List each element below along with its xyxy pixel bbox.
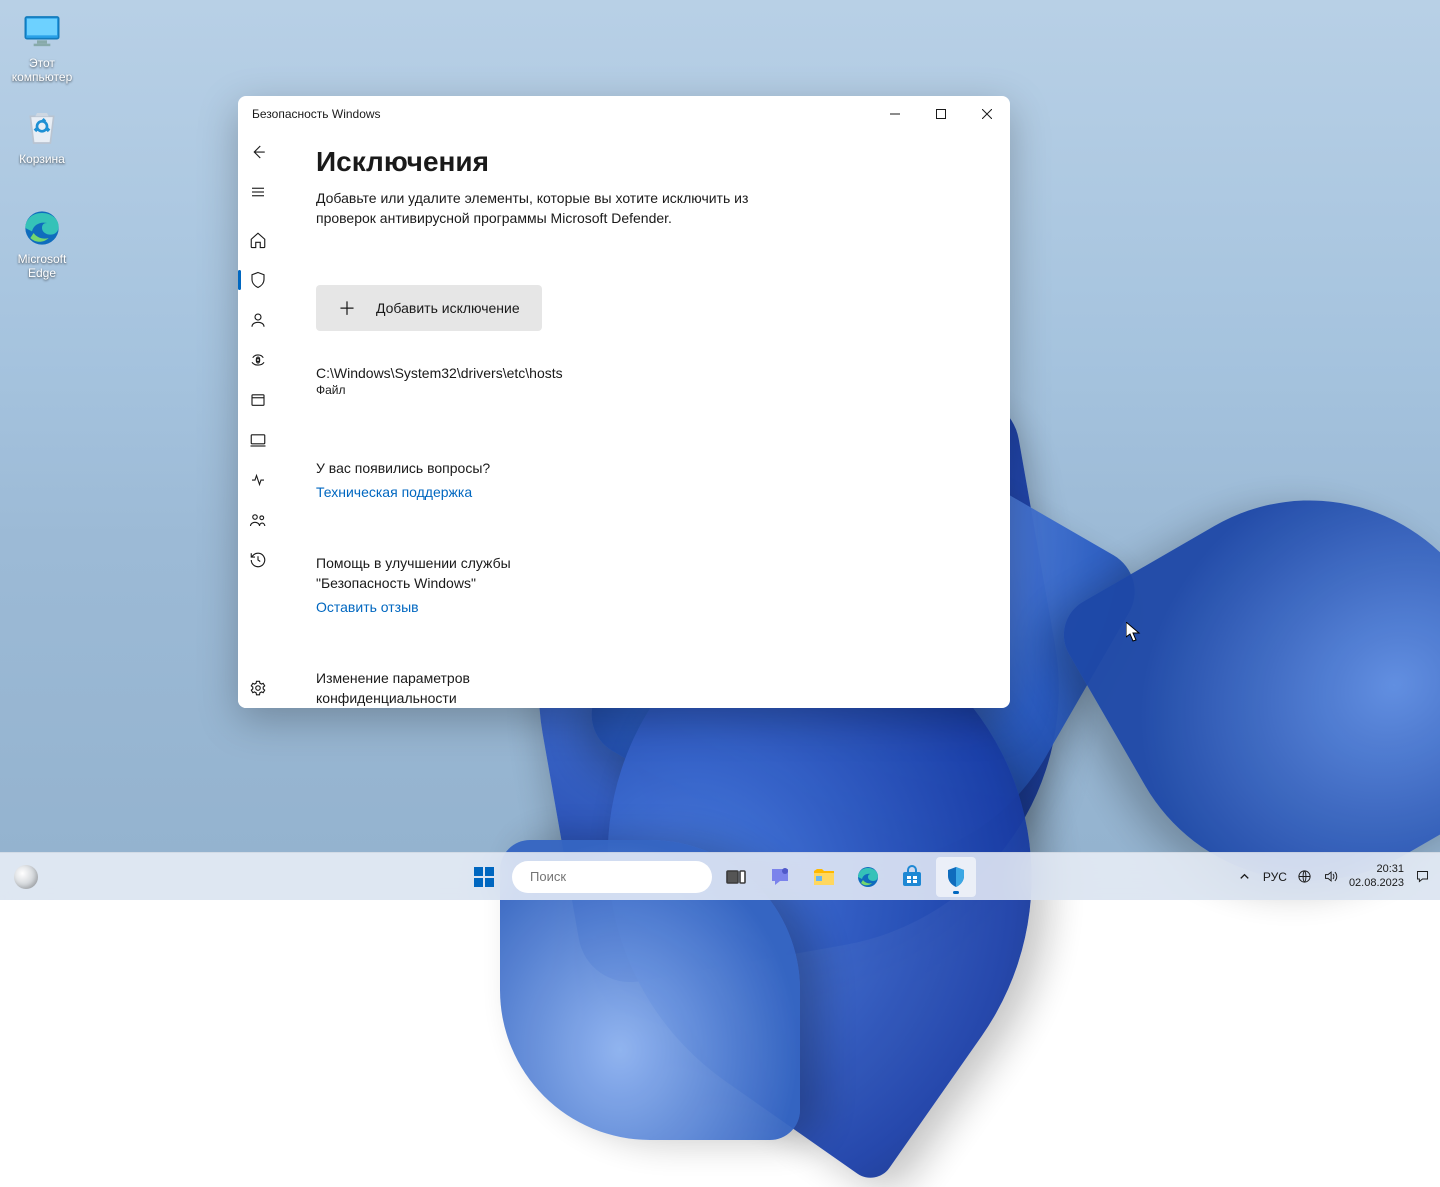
- sidebar-protection-history[interactable]: [238, 540, 277, 580]
- sidebar-settings[interactable]: [238, 668, 277, 708]
- desktop-wallpaper[interactable]: Этот компьютер Корзина Microsoft Edge Бе…: [0, 0, 1440, 900]
- exclusion-path: C:\Windows\System32\drivers\etc\hosts: [316, 365, 980, 381]
- exclusion-type: Файл: [316, 383, 980, 397]
- hamburger-button[interactable]: [238, 172, 277, 212]
- desktop-icon-label: Этот компьютер: [12, 56, 73, 84]
- search-input[interactable]: [530, 869, 706, 884]
- sidebar: [238, 132, 278, 708]
- tray-volume-icon[interactable]: [1323, 869, 1339, 885]
- exclusion-item[interactable]: C:\Windows\System32\drivers\etc\hosts Фа…: [316, 365, 980, 397]
- edge-icon: [22, 208, 62, 248]
- sidebar-family-options[interactable]: [238, 500, 277, 540]
- back-button[interactable]: [238, 132, 277, 172]
- tray-clock[interactable]: 20:31 02.08.2023: [1349, 863, 1404, 889]
- improve-section: Помощь в улучшении службы "Безопасность …: [316, 554, 980, 617]
- system-tray: РУС 20:31 02.08.2023: [1237, 863, 1430, 889]
- security-window: Безопасность Windows: [238, 96, 1010, 708]
- desktop-icon-edge[interactable]: Microsoft Edge: [4, 208, 80, 280]
- sidebar-device-security[interactable]: [238, 420, 277, 460]
- task-view-button[interactable]: [716, 857, 756, 897]
- maximize-button[interactable]: [918, 96, 964, 132]
- minimize-button[interactable]: [872, 96, 918, 132]
- desktop-icon-label: Microsoft Edge: [18, 252, 67, 280]
- window-title: Безопасность Windows: [252, 107, 381, 121]
- help-section: У вас появились вопросы? Техническая под…: [316, 459, 980, 503]
- taskbar-search[interactable]: [512, 861, 712, 893]
- tray-time: 20:31: [1349, 863, 1404, 876]
- taskbar: РУС 20:31 02.08.2023: [0, 852, 1440, 900]
- desktop-icon-label: Корзина: [19, 152, 65, 166]
- desktop-icon-this-pc[interactable]: Этот компьютер: [4, 12, 80, 84]
- monitor-icon: [22, 12, 62, 52]
- sidebar-home[interactable]: [238, 220, 277, 260]
- sidebar-app-browser-control[interactable]: [238, 380, 277, 420]
- titlebar[interactable]: Безопасность Windows: [238, 96, 1010, 132]
- desktop-icon-recycle-bin[interactable]: Корзина: [4, 108, 80, 166]
- improve-heading: Помощь в улучшении службы "Безопасность …: [316, 554, 576, 593]
- sidebar-device-performance[interactable]: [238, 460, 277, 500]
- feedback-link[interactable]: Оставить отзыв: [316, 599, 419, 615]
- taskbar-edge[interactable]: [848, 857, 888, 897]
- help-link[interactable]: Техническая поддержка: [316, 484, 472, 500]
- page-subtitle: Добавьте или удалите элементы, которые в…: [316, 188, 786, 229]
- add-exclusion-button[interactable]: ＋ Добавить исключение: [316, 285, 542, 331]
- tray-chevron-up-icon[interactable]: [1237, 869, 1253, 885]
- recycle-bin-icon: [22, 108, 62, 148]
- tray-notifications-icon[interactable]: [1414, 869, 1430, 885]
- tray-network-icon[interactable]: [1297, 869, 1313, 885]
- privacy-heading: Изменение параметров конфиденциальности: [316, 669, 576, 708]
- weather-icon: [14, 865, 38, 889]
- close-button[interactable]: [964, 96, 1010, 132]
- taskbar-chat[interactable]: [760, 857, 800, 897]
- taskbar-store[interactable]: [892, 857, 932, 897]
- taskbar-weather[interactable]: [14, 865, 38, 889]
- tray-date: 02.08.2023: [1349, 877, 1404, 890]
- start-button[interactable]: [464, 857, 504, 897]
- privacy-section: Изменение параметров конфиденциальности: [316, 669, 980, 708]
- taskbar-explorer[interactable]: [804, 857, 844, 897]
- tray-language[interactable]: РУС: [1263, 870, 1287, 884]
- sidebar-firewall[interactable]: [238, 340, 277, 380]
- taskbar-security[interactable]: [936, 857, 976, 897]
- mouse-cursor: [1126, 622, 1142, 647]
- help-heading: У вас появились вопросы?: [316, 459, 576, 479]
- page-title: Исключения: [316, 146, 980, 178]
- plus-icon: ＋: [338, 295, 356, 321]
- add-exclusion-label: Добавить исключение: [376, 300, 520, 316]
- content-pane: Исключения Добавьте или удалите элементы…: [278, 132, 1010, 708]
- sidebar-account-protection[interactable]: [238, 300, 277, 340]
- sidebar-virus-protection[interactable]: [238, 260, 277, 300]
